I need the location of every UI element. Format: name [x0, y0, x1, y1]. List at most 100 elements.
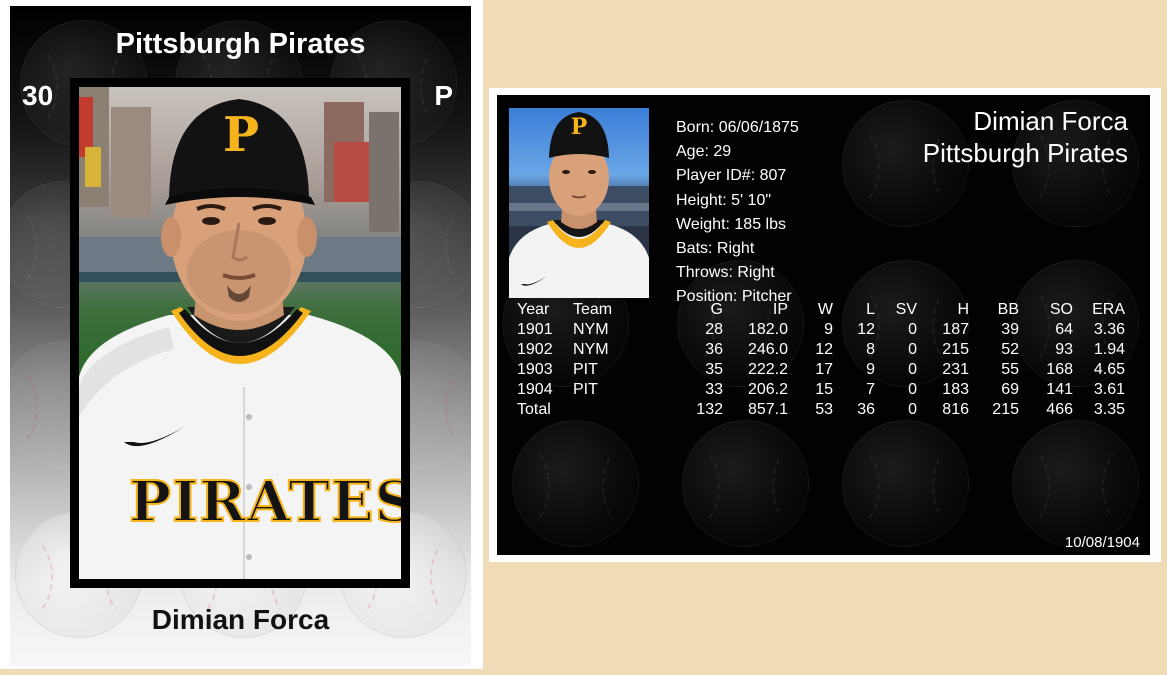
stats-cell-so: 466 [1046, 401, 1073, 418]
stats-cell-year: 1901 [517, 321, 553, 338]
stats-cell-so: 93 [1055, 341, 1073, 358]
stats-cell-team: PIT [573, 361, 598, 378]
stats-cell-so: 64 [1055, 321, 1073, 338]
bio-age: Age: 29 [676, 143, 732, 161]
back-team-name: Pittsburgh Pirates [922, 138, 1128, 168]
stats-cell-era: 3.35 [1093, 401, 1125, 418]
stats-header-year: Year [517, 301, 550, 318]
bio-height: Height: 5' 10" [676, 191, 772, 209]
stats-cell-h: 215 [942, 341, 969, 358]
jersey-number: 30 [22, 80, 54, 111]
thumbnail-cap-logo: P [570, 114, 588, 140]
stats-cell-w: 15 [815, 381, 833, 398]
stats-row: 1902 NYM 36 246.0 12 8 0 215 52 93 1.94 [513, 341, 1143, 361]
stats-cell-g: 132 [696, 401, 723, 418]
stats-cell-ip: 222.2 [747, 361, 788, 378]
stats-row: Total 132 857.1 53 36 0 816 215 466 3.35 [513, 401, 1143, 421]
stats-cell-l: 7 [866, 381, 875, 398]
stats-header-team: Team [573, 301, 613, 318]
stats-cell-l: 36 [857, 401, 875, 418]
stats-header-row: Year Team G IP W L SV H BB SO ERA [513, 301, 1143, 321]
stats-cell-sv: 0 [908, 341, 917, 358]
stats-cell-w: 9 [824, 321, 833, 338]
front-player-name: Dimian Forca [151, 604, 330, 635]
stats-cell-l: 8 [866, 341, 875, 358]
stats-row: 1903 PIT 35 222.2 17 9 0 231 55 168 4.65 [513, 361, 1143, 381]
stats-cell-h: 231 [942, 361, 969, 378]
stats-cell-bb: 215 [992, 401, 1019, 418]
stats-cell-h: 816 [942, 401, 969, 418]
baseball-decoration [1012, 420, 1139, 547]
stats-cell-g: 35 [705, 361, 723, 378]
stats-cell-ip: 206.2 [747, 381, 788, 398]
stats-cell-l: 9 [866, 361, 875, 378]
cap-logo: P [222, 107, 260, 163]
card-front-background: Pittsburgh Pirates 30 P P PIRATES Dimian… [10, 6, 471, 666]
stats-table: Year Team G IP W L SV H BB SO ERA 1901 NYM 28 182.0 9 12… [513, 301, 1143, 421]
stats-cell-bb: 55 [1001, 361, 1019, 378]
stats-cell-sv: 0 [908, 401, 917, 418]
card-front: Pittsburgh Pirates 30 P P PIRATES Dimian… [0, 0, 483, 669]
stats-row: 1904 PIT 33 206.2 15 7 0 183 69 141 3.61 [513, 381, 1143, 401]
stats-cell-w: 17 [815, 361, 833, 378]
player-photo-frame: P PIRATES [70, 78, 410, 588]
stats-cell-bb: 52 [1001, 341, 1019, 358]
position-abbrev: P [434, 80, 453, 111]
front-team-name: Pittsburgh Pirates [115, 28, 366, 60]
stats-cell-g: 36 [705, 341, 723, 358]
stats-header-bb: BB [997, 301, 1019, 318]
baseball-decoration [682, 420, 809, 547]
stats-cell-sv: 0 [908, 361, 917, 378]
jersey-wordmark: PIRATES [128, 468, 401, 536]
back-header: Dimian Forca Pittsburgh Pirates [923, 105, 1128, 169]
bio-born: Born: 06/06/1875 [676, 119, 799, 136]
stats-cell-w: 53 [815, 401, 833, 418]
stats-header-h: H [957, 301, 969, 318]
stats-cell-sv: 0 [908, 381, 917, 398]
stats-cell-h: 187 [942, 321, 969, 338]
baseball-decoration [842, 420, 969, 547]
stats-header-so: SO [1049, 301, 1073, 318]
stats-cell-g: 33 [705, 381, 723, 398]
stats-row: 1901 NYM 28 182.0 9 12 0 187 39 64 3.36 [513, 321, 1143, 341]
stats-cell-year: Total [517, 401, 551, 418]
stats-cell-g: 28 [705, 321, 723, 338]
card-back: P Born: 06/06/1875 Age: 29 Player ID#: 8… [489, 88, 1161, 562]
stats-cell-h: 183 [942, 381, 969, 398]
stats-cell-team: PIT [573, 381, 598, 398]
stats-cell-bb: 39 [1001, 321, 1019, 338]
stats-cell-year: 1903 [517, 361, 553, 378]
stats-cell-era: 3.61 [1093, 381, 1125, 398]
stats-header-g: G [710, 301, 723, 318]
stats-cell-era: 4.65 [1093, 361, 1125, 378]
stats-cell-year: 1904 [517, 381, 553, 398]
stats-cell-ip: 857.1 [747, 401, 788, 418]
stats-cell-so: 168 [1046, 361, 1073, 378]
stats-cell-l: 12 [857, 321, 875, 338]
bio-throws: Throws: Right [676, 264, 775, 282]
stats-header-ip: IP [772, 301, 788, 318]
player-thumbnail: P [509, 108, 649, 298]
stats-cell-era: 1.94 [1093, 341, 1125, 358]
bio-bats: Bats: Right [676, 240, 755, 258]
stats-header-sv: SV [895, 301, 917, 318]
bio-weight: Weight: 185 lbs [676, 215, 786, 233]
card-back-background: P Born: 06/06/1875 Age: 29 Player ID#: 8… [497, 95, 1150, 555]
stats-header-era: ERA [1092, 301, 1125, 318]
stats-cell-w: 12 [815, 341, 833, 358]
stats-cell-era: 3.36 [1093, 321, 1125, 338]
player-bio: Born: 06/06/1875 Age: 29 Player ID#: 807… [676, 116, 799, 310]
stats-cell-ip: 182.0 [747, 321, 788, 338]
stats-cell-team: NYM [573, 321, 609, 338]
stats-cell-team: NYM [573, 341, 609, 358]
stats-cell-sv: 0 [908, 321, 917, 338]
stats-header-l: L [866, 301, 875, 318]
player-photo: P PIRATES [79, 87, 401, 579]
card-date: 10/08/1904 [1064, 534, 1140, 551]
stats-cell-year: 1902 [517, 341, 553, 358]
stats-header-w: W [817, 301, 833, 318]
baseball-decoration [512, 420, 639, 547]
back-player-name: Dimian Forca [973, 106, 1128, 136]
stats-cell-so: 141 [1046, 381, 1073, 398]
stats-cell-bb: 69 [1001, 381, 1019, 398]
